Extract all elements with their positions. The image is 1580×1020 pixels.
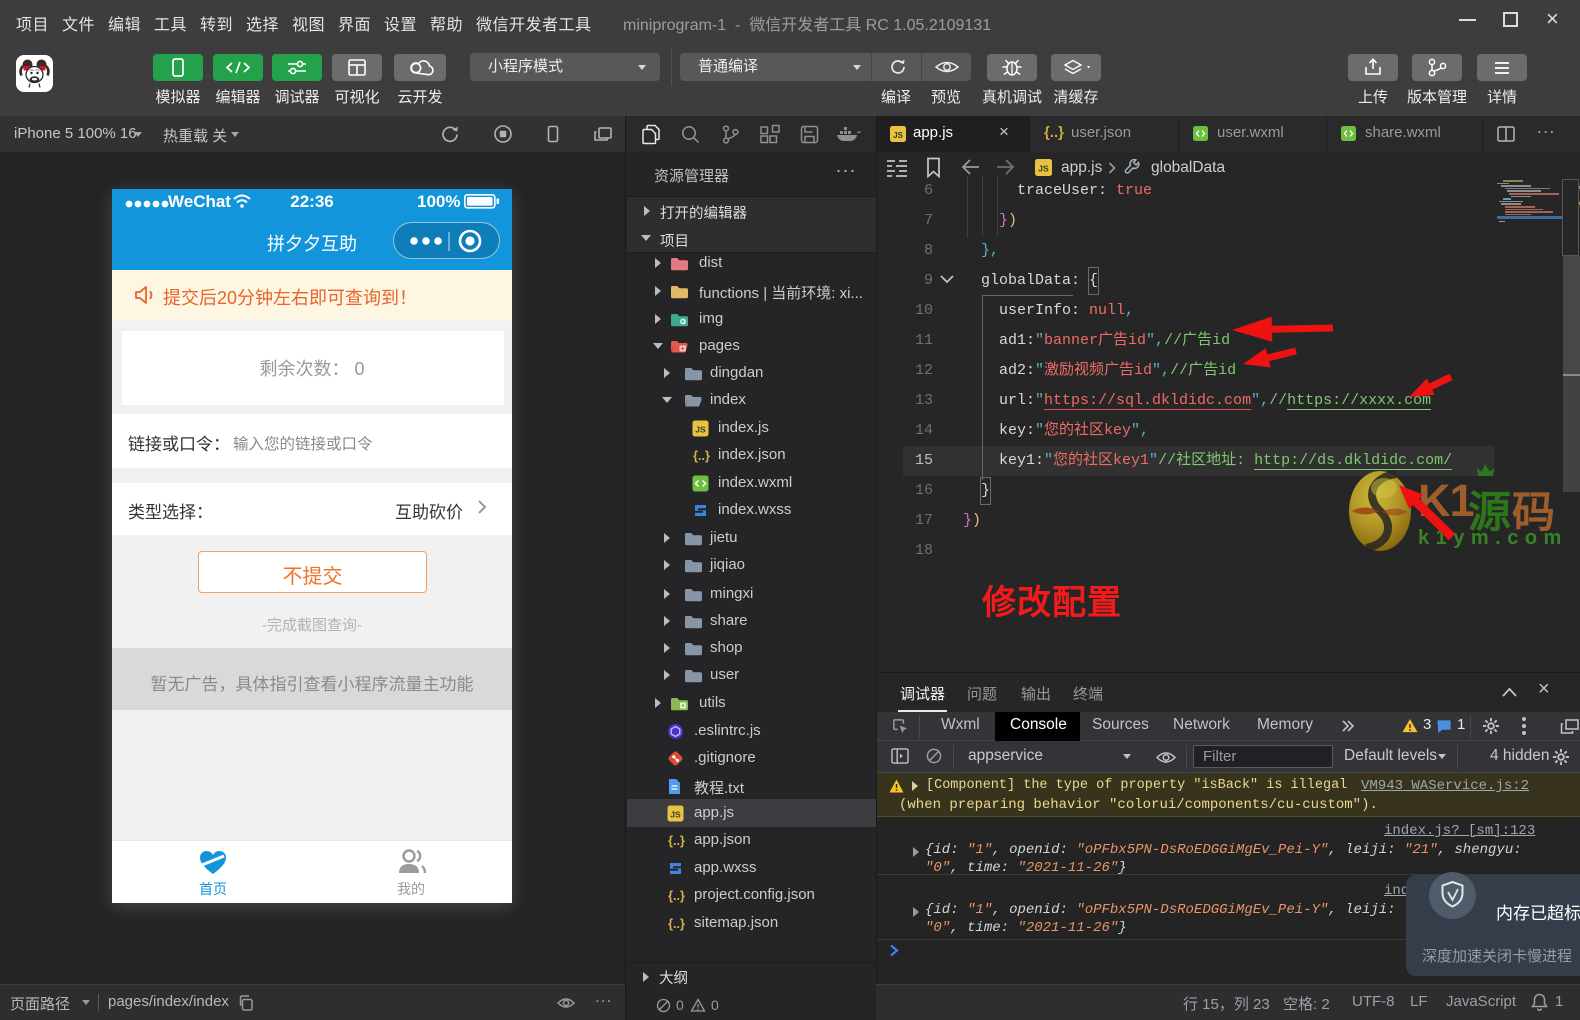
svg-text:JS: JS xyxy=(893,131,903,140)
svg-text:JS: JS xyxy=(1038,164,1049,174)
svg-text:{..}: {..} xyxy=(693,449,710,463)
svg-text:JS: JS xyxy=(695,425,706,435)
svg-text:{..}: {..} xyxy=(668,834,685,848)
svg-text:JS: JS xyxy=(670,810,681,820)
svg-text:{..}: {..} xyxy=(668,917,685,931)
svg-text:{..}: {..} xyxy=(668,889,685,903)
